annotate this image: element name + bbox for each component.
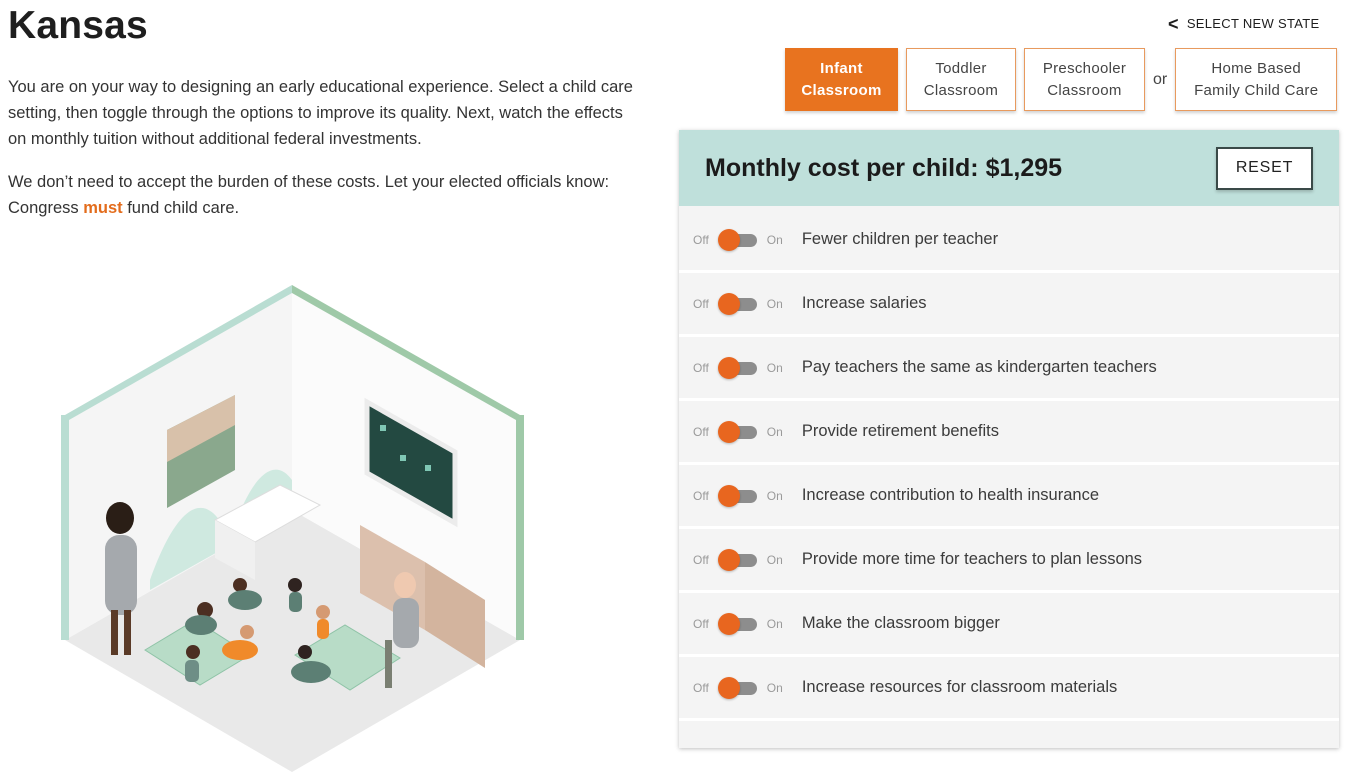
tab-home-based-family-child-care[interactable]: Home Based Family Child Care (1175, 48, 1338, 111)
option-label: Increase resources for classroom materia… (801, 678, 1118, 696)
select-state-label: SELECT NEW STATE (1186, 16, 1320, 31)
toggle-knob[interactable] (717, 548, 740, 571)
monthly-cost: Monthly cost per child: $1,295 (705, 153, 1063, 182)
select-new-state-link[interactable]: < SELECT NEW STATE (1168, 13, 1320, 34)
option-row-6: Off On Provide more time for teachers to… (679, 529, 1339, 593)
option-label: Pay teachers the same as kindergarten te… (801, 358, 1157, 376)
intro-paragraph: You are on your way to designing an earl… (8, 78, 633, 148)
option-toggle[interactable] (717, 484, 758, 507)
option-toggle[interactable] (717, 228, 758, 251)
option-toggle[interactable] (717, 420, 758, 443)
option-row-4: Off On Provide retirement benefits (679, 401, 1339, 465)
option-label: Increase salaries (801, 294, 927, 312)
toggle-on-label: On (766, 424, 783, 439)
intro-text: You are on your way to designing an earl… (8, 74, 638, 238)
toggle-off-label: Off (693, 360, 709, 375)
toggle-off-label: Off (693, 296, 709, 311)
options-list: Off On Fewer children per teacher Off On… (679, 209, 1339, 721)
option-row-2: Off On Increase salaries (679, 273, 1339, 337)
call-to-action: We don’t need to accept the burden of th… (8, 173, 610, 217)
toggle-off-label: Off (693, 424, 709, 439)
option-row-5: Off On Increase contribution to health i… (679, 465, 1339, 529)
option-label: Fewer children per teacher (801, 230, 999, 248)
option-toggle[interactable] (717, 356, 758, 379)
option-label: Increase contribution to health insuranc… (801, 486, 1099, 504)
toggle-knob[interactable] (717, 356, 740, 379)
classroom-illustration (61, 285, 524, 772)
toggle-on-label: On (766, 232, 783, 247)
option-row-8: Off On Increase resources for classroom … (679, 657, 1339, 721)
toggle-knob[interactable] (717, 292, 740, 315)
option-label: Provide retirement benefits (801, 422, 999, 440)
tab-preschooler-classroom[interactable]: Preschooler Classroom (1024, 48, 1145, 111)
toggle-off-label: Off (693, 232, 709, 247)
option-label: Make the classroom bigger (801, 614, 1000, 632)
chevron-left-icon: < (1168, 13, 1179, 34)
toggle-on-label: On (766, 680, 783, 695)
toggle-on-label: On (766, 488, 783, 503)
option-row-3: Off On Pay teachers the same as kinderga… (679, 337, 1339, 401)
toggle-knob[interactable] (717, 420, 740, 443)
toggle-knob[interactable] (717, 484, 740, 507)
option-toggle[interactable] (717, 612, 758, 635)
panel-header: Monthly cost per child: $1,295 RESET (679, 130, 1339, 206)
toggle-off-label: Off (693, 488, 709, 503)
toggle-on-label: On (766, 552, 783, 567)
option-row-1: Off On Fewer children per teacher (679, 209, 1339, 273)
toggle-on-label: On (766, 616, 783, 631)
toggle-off-label: Off (693, 680, 709, 695)
tab-infant-classroom[interactable]: Infant Classroom (785, 48, 898, 111)
toggle-off-label: Off (693, 616, 709, 631)
tab-toddler-classroom[interactable]: Toddler Classroom (906, 48, 1016, 111)
option-toggle[interactable] (717, 548, 758, 571)
option-label: Provide more time for teachers to plan l… (801, 550, 1143, 568)
tabs-separator: or (1153, 70, 1168, 88)
reset-button[interactable]: RESET (1216, 146, 1313, 190)
toggle-knob[interactable] (717, 676, 740, 699)
toggle-on-label: On (766, 296, 783, 311)
setting-tabs: Infant Classroom Toddler Classroom Prescho… (785, 48, 1338, 111)
emphasis-must: must (83, 199, 123, 217)
toggle-off-label: Off (693, 552, 709, 567)
page-title: Kansas (8, 4, 148, 47)
cost-panel: Monthly cost per child: $1,295 RESET Off… (679, 130, 1339, 748)
option-toggle[interactable] (717, 292, 758, 315)
toggle-on-label: On (766, 360, 783, 375)
option-toggle[interactable] (717, 676, 758, 699)
toggle-knob[interactable] (717, 228, 740, 251)
toggle-knob[interactable] (717, 612, 740, 635)
option-row-7: Off On Make the classroom bigger (679, 593, 1339, 657)
